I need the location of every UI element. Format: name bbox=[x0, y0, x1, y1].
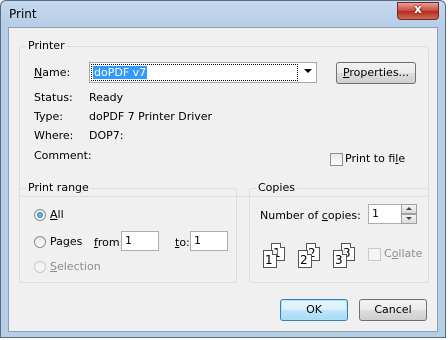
close-icon: x bbox=[414, 2, 422, 16]
ok-button[interactable]: OK bbox=[280, 299, 348, 321]
cancel-button[interactable]: Cancel bbox=[359, 299, 427, 321]
print-dialog-window: Print x Printer Name: doPDF v7 Propertie… bbox=[0, 0, 446, 338]
copies-title: Copies bbox=[256, 181, 297, 194]
type-label: Type: bbox=[34, 110, 63, 123]
selection-radio[interactable] bbox=[34, 261, 46, 273]
close-button[interactable]: x bbox=[397, 2, 439, 20]
all-radio[interactable] bbox=[34, 209, 46, 221]
printer-name-select[interactable]: doPDF v7 bbox=[89, 62, 317, 83]
number-of-copies-label: Number of copies: bbox=[260, 209, 361, 222]
print-range-group: Print range All Pages from: 1 to: 1 Sele… bbox=[19, 181, 237, 283]
type-value: doPDF 7 Printer Driver bbox=[89, 110, 213, 123]
from-label: from: bbox=[94, 236, 124, 249]
spin-down-icon[interactable] bbox=[401, 214, 417, 224]
chevron-down-icon[interactable] bbox=[304, 69, 312, 73]
collate-label[interactable]: Collate bbox=[384, 247, 422, 260]
pages-radio[interactable] bbox=[34, 236, 46, 248]
copies-group: Copies Number of copies: 1 1 1 2 2 3 3 C… bbox=[249, 181, 429, 283]
printer-group: Printer Name: doPDF v7 Properties... Sta… bbox=[19, 39, 429, 197]
collate-checkbox[interactable] bbox=[368, 248, 381, 261]
comment-label: Comment: bbox=[34, 149, 92, 162]
selection-label[interactable]: Selection bbox=[50, 260, 101, 273]
print-range-title: Print range bbox=[26, 181, 91, 194]
where-value: DOP7: bbox=[89, 129, 124, 142]
all-label[interactable]: All bbox=[50, 208, 64, 221]
dialog-body: Printer Name: doPDF v7 Properties... Sta… bbox=[8, 27, 438, 332]
title-bar[interactable]: Print x bbox=[1, 1, 445, 27]
to-input[interactable]: 1 bbox=[190, 231, 228, 251]
pages-label[interactable]: Pages bbox=[50, 235, 82, 248]
properties-button[interactable]: Properties... bbox=[336, 62, 416, 84]
printer-group-title: Printer bbox=[26, 39, 67, 52]
where-label: Where: bbox=[34, 129, 74, 142]
spin-up-icon[interactable] bbox=[401, 204, 417, 214]
to-label: to: bbox=[175, 236, 190, 249]
copies-input[interactable]: 1 bbox=[368, 204, 402, 224]
window-title: Print bbox=[9, 7, 37, 21]
copies-spinner[interactable] bbox=[401, 204, 417, 224]
from-input[interactable]: 1 bbox=[121, 231, 159, 251]
print-to-file-label[interactable]: Print to file bbox=[345, 152, 405, 165]
status-label: Status: bbox=[34, 91, 73, 104]
status-value: Ready bbox=[89, 91, 124, 104]
name-label: Name: bbox=[34, 66, 71, 79]
printer-name-value: doPDF v7 bbox=[93, 66, 148, 79]
print-to-file-checkbox[interactable] bbox=[330, 153, 343, 166]
